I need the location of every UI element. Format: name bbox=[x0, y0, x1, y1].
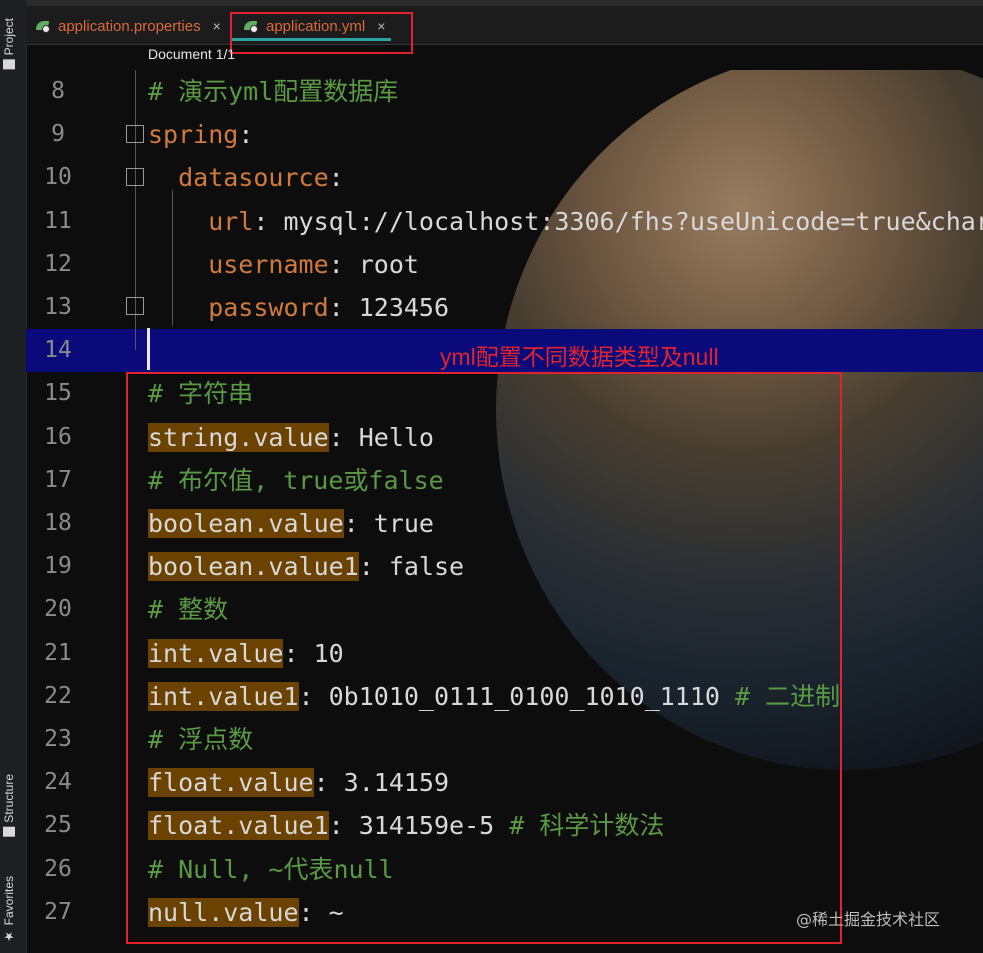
structure-label: Structure bbox=[2, 774, 16, 823]
line-content: username: root bbox=[148, 243, 419, 286]
project-label: Project bbox=[2, 18, 16, 56]
structure-tool-button[interactable]: Structure bbox=[2, 774, 16, 837]
line-number: 14 bbox=[44, 337, 72, 364]
annotation-box bbox=[126, 372, 842, 944]
code-comment: # 演示yml配置数据库 bbox=[148, 77, 399, 106]
line-number: 27 bbox=[44, 898, 72, 925]
line-number: 20 bbox=[44, 596, 72, 623]
line-number: 11 bbox=[44, 207, 72, 234]
fold-marker-icon[interactable] bbox=[126, 125, 144, 143]
close-tab-icon[interactable]: × bbox=[213, 18, 221, 34]
structure-icon bbox=[3, 826, 15, 837]
line-number: 23 bbox=[44, 726, 72, 752]
line-number: 18 bbox=[44, 510, 72, 536]
line-number: 24 bbox=[44, 769, 72, 796]
code-key: url bbox=[148, 206, 254, 236]
line-number: 12 bbox=[44, 250, 72, 277]
breadcrumb: Document 1/1 bbox=[148, 46, 236, 62]
code-line[interactable]: 9 spring: bbox=[26, 113, 983, 156]
code-key: spring bbox=[148, 120, 239, 150]
watermark: @稀土掘金技术社区 bbox=[796, 910, 941, 929]
line-number: 21 bbox=[44, 639, 72, 666]
line-number: 17 bbox=[44, 466, 72, 493]
tab-highlight-box bbox=[230, 12, 413, 54]
favorites-label: Favorites bbox=[2, 876, 16, 926]
annotation-label: yml配置不同数据类型及null bbox=[440, 344, 719, 370]
line-number: 10 bbox=[44, 164, 72, 191]
line-content: password: 123456 bbox=[148, 286, 449, 329]
line-content: datasource: bbox=[148, 156, 344, 199]
tab-application-properties[interactable]: application.properties × bbox=[36, 12, 221, 40]
line-number: 9 bbox=[51, 121, 65, 148]
tab-label: application.properties bbox=[58, 17, 201, 35]
star-icon: ★ bbox=[2, 929, 16, 944]
code-value: : bbox=[328, 163, 344, 193]
left-tool-strip: Project Structure ★ Favorites bbox=[0, 0, 27, 953]
code-value: : bbox=[238, 120, 254, 150]
code-value: : mysql://localhost:3306/fhs?useUnicode=… bbox=[253, 206, 983, 236]
line-content: spring: bbox=[148, 113, 253, 156]
indent-guide bbox=[172, 190, 173, 326]
line-number: 16 bbox=[44, 423, 72, 450]
code-key: username bbox=[148, 249, 329, 279]
text-caret bbox=[147, 328, 150, 370]
line-number: 13 bbox=[44, 294, 72, 320]
line-number: 25 bbox=[44, 812, 72, 839]
tab-bar-top-strip bbox=[26, 0, 983, 6]
editor-tab-bar: application.properties × application.yml… bbox=[26, 0, 983, 45]
code-line[interactable]: 8 # 演示yml配置数据库 bbox=[26, 70, 983, 113]
line-number: 22 bbox=[44, 682, 72, 709]
code-line[interactable]: 13 password: 123456 bbox=[26, 286, 983, 329]
line-number: 26 bbox=[44, 855, 72, 882]
code-value: : root bbox=[328, 249, 419, 279]
code-line[interactable]: 11 url: mysql://localhost:3306/fhs?useUn… bbox=[26, 200, 983, 243]
line-content: # 演示yml配置数据库 bbox=[148, 70, 398, 113]
line-number: 19 bbox=[44, 553, 72, 580]
line-content: url: mysql://localhost:3306/fhs?useUnico… bbox=[148, 200, 983, 243]
fold-marker-icon[interactable] bbox=[126, 168, 144, 186]
code-line[interactable]: 10 datasource: bbox=[26, 156, 983, 199]
line-number: 15 bbox=[44, 380, 72, 407]
spring-leaf-icon bbox=[36, 19, 52, 33]
fold-marker-icon[interactable] bbox=[126, 297, 144, 315]
folder-icon bbox=[3, 59, 15, 70]
code-key: password bbox=[148, 293, 329, 322]
favorites-tool-button[interactable]: ★ Favorites bbox=[2, 876, 16, 943]
project-tool-button[interactable]: Project bbox=[2, 18, 16, 70]
code-line[interactable]: 12 username: root bbox=[26, 243, 983, 286]
line-number: 8 bbox=[51, 78, 65, 104]
code-key: datasource bbox=[148, 163, 329, 193]
code-value: : 123456 bbox=[328, 293, 450, 322]
